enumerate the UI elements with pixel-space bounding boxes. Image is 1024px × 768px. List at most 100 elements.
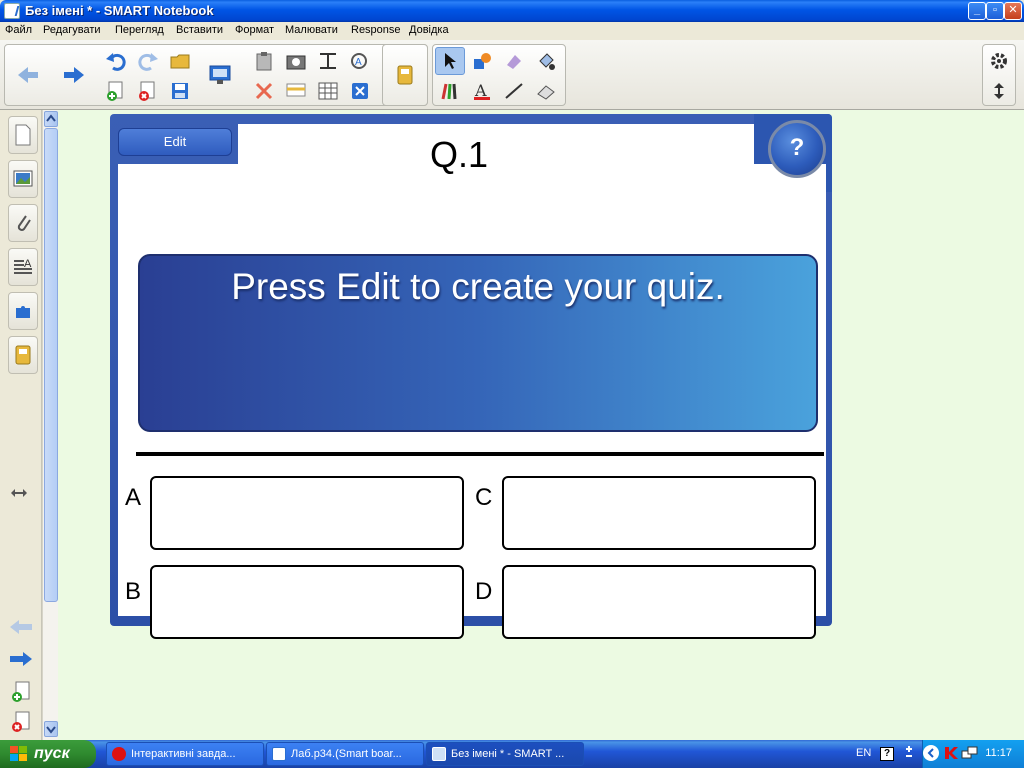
insert-table-icon[interactable] (313, 77, 343, 105)
smart-notebook-icon (432, 747, 446, 761)
main-toolbar: A A (0, 40, 1024, 110)
quiz-body: Press Edit to create your quiz. A C B D (118, 164, 826, 639)
clock: 11:17 (985, 747, 1012, 759)
save-icon[interactable] (165, 77, 195, 105)
paste-icon[interactable] (249, 47, 279, 75)
fill-icon[interactable] (531, 47, 561, 75)
option-label-d: D (475, 578, 493, 605)
menu-format[interactable]: Формат (235, 24, 274, 36)
screen-capture-icon[interactable] (281, 47, 311, 75)
taskbar-item-opera[interactable]: Інтерактивні завда... (106, 742, 264, 766)
menu-edit[interactable]: Редагувати (43, 24, 101, 36)
taskbar-item-word[interactable]: Лаб.р34.(Smart boar... (266, 742, 424, 766)
attachments-tab-icon[interactable] (8, 204, 38, 242)
minimize-button[interactable]: _ (968, 2, 986, 20)
pens-icon[interactable] (435, 77, 465, 105)
option-box-a[interactable] (150, 476, 464, 550)
line-icon[interactable] (499, 77, 529, 105)
text-icon[interactable]: A (467, 77, 497, 105)
option-label-a: A (125, 484, 142, 511)
add-page-icon[interactable] (101, 77, 131, 105)
screen-shade-icon[interactable] (205, 61, 235, 89)
window-title: Без імені * - SMART Notebook (25, 3, 214, 18)
tray-expand-icon[interactable] (904, 745, 914, 766)
start-label: пуск (34, 745, 70, 762)
question-number-title: Q.1 (430, 134, 489, 175)
properties-tab-icon[interactable]: A (8, 248, 38, 286)
title-bar: Без імені * - SMART Notebook _ ▫ ✕ (0, 0, 1024, 22)
network-icon[interactable] (961, 745, 979, 764)
svg-text:A: A (355, 57, 362, 68)
antivirus-icon[interactable] (943, 745, 959, 764)
scroll-thumb[interactable] (44, 128, 58, 602)
start-button[interactable]: пуск (0, 740, 96, 768)
select-pointer-icon[interactable] (435, 47, 465, 75)
toolbar-group-main: A (4, 44, 428, 106)
undo-icon[interactable] (101, 47, 131, 75)
menu-insert[interactable]: Вставити (176, 24, 223, 36)
response-clicker-icon[interactable] (390, 61, 420, 89)
scroll-up-icon[interactable] (44, 111, 58, 127)
option-box-c[interactable] (502, 476, 816, 550)
table-columns-icon[interactable] (313, 47, 343, 75)
menu-help[interactable]: Довідка (409, 24, 449, 36)
move-toolbar-icon[interactable] (984, 77, 1014, 105)
resize-sidebar-icon[interactable] (10, 488, 28, 501)
redo-icon[interactable] (133, 47, 163, 75)
maximize-button[interactable]: ▫ (986, 2, 1004, 20)
help-button[interactable]: ? (768, 120, 826, 178)
question-text: Press Edit to create your quiz. (231, 266, 725, 307)
divider-line (136, 452, 824, 456)
system-tray: 11:17 (922, 740, 1024, 768)
windows-flag-icon (10, 746, 27, 761)
delete-icon[interactable] (249, 77, 279, 105)
previous-page-icon[interactable] (8, 618, 34, 639)
menu-response[interactable]: Response (351, 24, 401, 36)
option-label-c: C (475, 484, 493, 511)
page-sorter-tab-icon[interactable] (8, 116, 38, 154)
opera-icon (112, 747, 126, 761)
help-tray-icon[interactable]: ? (880, 747, 894, 761)
toolbar-group-draw: A (432, 44, 566, 106)
eraser-icon[interactable] (531, 77, 561, 105)
notebook-canvas[interactable]: Press Edit to create your quiz. A C B D … (58, 110, 1024, 740)
response-tab-icon[interactable] (8, 336, 38, 374)
edit-button[interactable]: Edit (118, 128, 232, 156)
sidebar-add-page-icon[interactable] (10, 680, 32, 707)
menu-bar: Файл Редагувати Перегляд Вставити Формат… (0, 22, 1024, 40)
menu-file[interactable]: Файл (5, 24, 32, 36)
toolbar-group-response (382, 44, 428, 106)
close-button[interactable]: ✕ (1004, 2, 1022, 20)
delete-page-icon[interactable] (133, 77, 163, 105)
vertical-scrollbar[interactable] (42, 110, 58, 740)
taskbar-item-label: Без імені * - SMART ... (451, 748, 565, 760)
close-page-icon[interactable] (345, 77, 375, 105)
quiz-widget: Press Edit to create your quiz. A C B D … (110, 114, 832, 639)
magic-pen-icon[interactable] (499, 47, 529, 75)
show-hidden-icons-icon[interactable] (923, 745, 939, 761)
scroll-down-icon[interactable] (44, 721, 58, 737)
handwriting-recognition-icon[interactable]: A (345, 47, 375, 75)
option-box-b[interactable] (150, 565, 464, 639)
svg-text:A: A (24, 258, 32, 270)
screen-shade-toggle-icon[interactable] (281, 77, 311, 105)
open-folder-icon[interactable] (165, 47, 195, 75)
sidebar-delete-page-icon[interactable] (10, 710, 32, 737)
side-tabs: A (0, 110, 42, 740)
gear-icon[interactable] (984, 47, 1014, 75)
language-indicator[interactable]: EN (856, 747, 871, 759)
option-label-b: B (125, 578, 142, 605)
shapes-icon[interactable] (467, 47, 497, 75)
taskbar-item-label: Лаб.р34.(Smart boar... (291, 748, 402, 760)
option-box-d[interactable] (502, 565, 816, 639)
word-icon (272, 747, 286, 761)
question-panel: Press Edit to create your quiz. (138, 254, 818, 432)
menu-draw[interactable]: Малювати (285, 24, 338, 36)
menu-view[interactable]: Перегляд (115, 24, 164, 36)
next-page-icon[interactable] (8, 650, 34, 671)
addons-tab-icon[interactable] (8, 292, 38, 330)
taskbar-item-smart[interactable]: Без імені * - SMART ... (426, 742, 584, 766)
forward-arrow-icon[interactable] (59, 61, 89, 89)
gallery-tab-icon[interactable] (8, 160, 38, 198)
back-arrow-icon[interactable] (13, 61, 43, 89)
